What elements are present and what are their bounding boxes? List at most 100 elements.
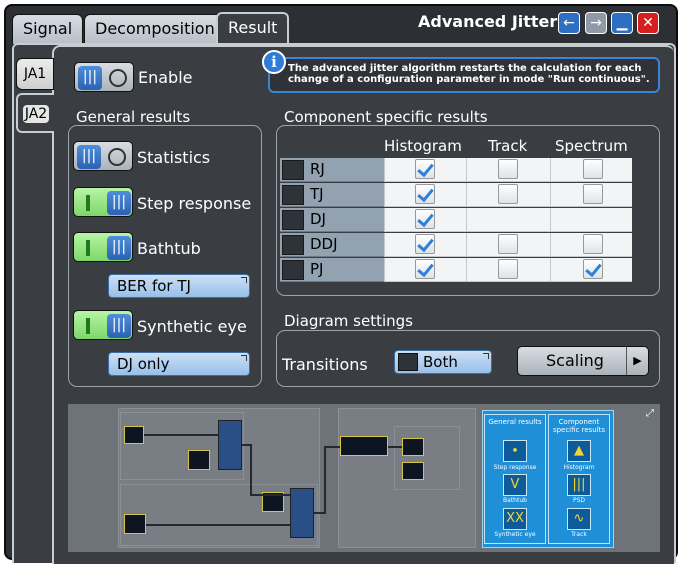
signal-flow-diagram: General results Component specific resul… <box>68 404 660 552</box>
statistics-label: Statistics <box>137 148 211 167</box>
toggle-grip-icon: ||| <box>107 314 131 338</box>
ddj-track-checkbox[interactable] <box>498 234 518 254</box>
cell <box>550 158 632 182</box>
cell <box>384 233 466 257</box>
cell <box>384 258 466 282</box>
toggle-grip-icon: ||| <box>107 236 131 260</box>
step-response-toggle[interactable]: ||| <box>73 187 133 217</box>
scaling-label: Scaling <box>546 351 604 370</box>
diagram-settings-title: Diagram settings <box>284 312 413 330</box>
cell <box>466 158 550 182</box>
connector <box>144 434 218 436</box>
tj-track-checkbox[interactable] <box>498 184 518 204</box>
enable-toggle[interactable]: ||| <box>74 62 134 92</box>
table-row: DDJ <box>280 233 632 258</box>
row-label-ddj: DDJ <box>280 233 384 257</box>
overview-psd: PSD <box>572 497 586 504</box>
close-icon[interactable]: ✕ <box>637 12 659 34</box>
dj-component-icon <box>282 210 304 230</box>
rj-histogram-checkbox[interactable] <box>415 159 435 179</box>
statistics-toggle[interactable]: ||| <box>73 141 133 171</box>
info-message: The advanced jitter algorithm restarts t… <box>268 57 660 93</box>
overview-step-response: Step response <box>493 464 537 471</box>
square-wave-icon <box>402 438 424 456</box>
toggle-grip-icon: ||| <box>107 191 131 215</box>
row-name: DJ <box>310 210 326 228</box>
tj-component-icon <box>282 185 304 205</box>
connector <box>324 446 326 514</box>
cell <box>466 233 550 257</box>
tj-histogram-checkbox[interactable] <box>415 184 435 204</box>
bathtub-icon: V <box>503 474 527 496</box>
minimize-icon[interactable]: ▁ <box>611 12 633 34</box>
bathtub-label: Bathtub <box>137 239 201 258</box>
analysis-inner <box>394 426 460 490</box>
tj-spectrum-checkbox[interactable] <box>583 184 603 204</box>
connector <box>250 444 252 496</box>
synthetic-eye-icon: XX <box>503 508 527 530</box>
overview-bathtub: Bathtub <box>503 497 527 504</box>
dj-histogram-checkbox[interactable] <box>415 209 435 229</box>
table-row: PJ <box>280 258 632 283</box>
ddj-spectrum-checkbox[interactable] <box>583 234 603 254</box>
cell <box>384 183 466 207</box>
transitions-both-icon <box>398 353 418 371</box>
row-label-rj: RJ <box>280 158 384 182</box>
connector <box>324 446 340 448</box>
overview-general-title: General results <box>488 418 542 426</box>
pj-histogram-checkbox[interactable] <box>415 259 435 279</box>
toggle-grip-icon: ||| <box>78 66 102 90</box>
side-tab-ja1[interactable]: JA1 <box>16 58 54 90</box>
cell <box>550 208 632 232</box>
row-label-pj: PJ <box>280 258 384 282</box>
pj-track-checkbox[interactable] <box>498 259 518 279</box>
cell <box>384 208 466 232</box>
pulse-icon <box>124 514 146 534</box>
cell <box>466 183 550 207</box>
rj-spectrum-checkbox[interactable] <box>583 159 603 179</box>
cell <box>550 258 632 282</box>
bathtub-mode-dropdown[interactable]: BER for TJ <box>108 274 250 298</box>
connector <box>146 524 290 526</box>
row-name: TJ <box>310 185 324 203</box>
window-title: Advanced Jitter <box>418 12 558 31</box>
scaling-button[interactable]: Scaling ▶ <box>517 346 649 376</box>
pj-spectrum-checkbox[interactable] <box>583 259 603 279</box>
forward-icon[interactable]: → <box>585 12 607 34</box>
filter-block-upper <box>218 420 242 470</box>
step-response-label: Step response <box>137 194 252 213</box>
pulse-icon <box>188 450 210 470</box>
toggle-on-icon <box>86 318 90 334</box>
toggle-grip-icon: ||| <box>77 145 101 169</box>
track-icon: ∿ <box>567 508 591 530</box>
tab-decomposition[interactable]: Decomposition <box>84 14 226 44</box>
connector <box>314 512 324 514</box>
ddj-component-icon <box>282 235 304 255</box>
synthetic-eye-mode-dropdown[interactable]: DJ only <box>108 352 250 376</box>
tab-result[interactable]: Result <box>216 12 290 44</box>
component-results-title: Component specific results <box>284 108 488 126</box>
rj-track-checkbox[interactable] <box>498 159 518 179</box>
pj-component-icon <box>282 260 304 280</box>
toggle-off-icon <box>108 148 126 166</box>
back-icon[interactable]: ← <box>558 12 580 34</box>
side-tab-ja2[interactable]: JA2 <box>16 93 54 133</box>
scatter-icon <box>402 462 424 480</box>
table-row: TJ <box>280 183 632 208</box>
row-name: DDJ <box>310 235 338 253</box>
toggle-on-icon <box>86 240 90 256</box>
overview-histogram: Histogram <box>563 464 595 471</box>
ddj-histogram-checkbox[interactable] <box>415 234 435 254</box>
toggle-off-icon <box>109 69 127 87</box>
step-response-icon: ∙ <box>503 440 527 462</box>
row-name: PJ <box>310 260 324 278</box>
synthetic-eye-toggle[interactable]: ||| <box>73 310 133 340</box>
cell <box>550 233 632 257</box>
overview-synthetic-eye: Synthetic eye <box>494 531 536 538</box>
expand-icon[interactable]: ⤢ <box>646 408 654 419</box>
column-histogram: Histogram <box>384 137 462 155</box>
bathtub-toggle[interactable]: ||| <box>73 232 133 262</box>
eye-diagram-icon <box>340 436 388 456</box>
cell <box>466 208 550 232</box>
tab-signal[interactable]: Signal <box>12 14 84 44</box>
